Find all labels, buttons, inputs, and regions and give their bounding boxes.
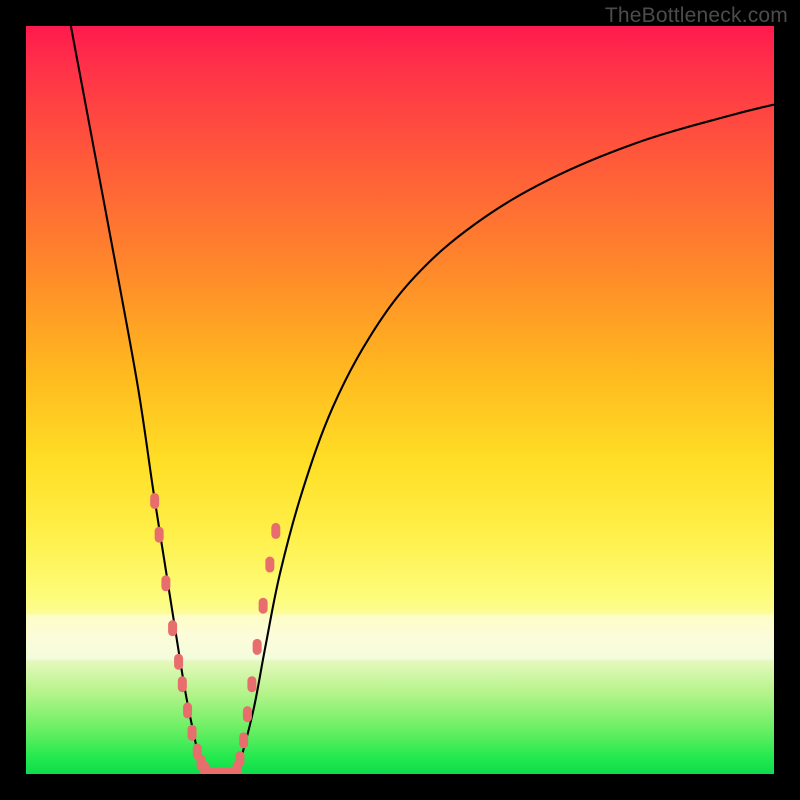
marker [174, 654, 183, 670]
marker [183, 702, 192, 718]
markers-bottom [201, 768, 240, 775]
marker [225, 768, 239, 775]
plot-area [26, 26, 774, 774]
markers-right [232, 523, 280, 774]
chart-frame: TheBottleneck.com [0, 0, 800, 800]
marker [265, 557, 274, 573]
marker [271, 523, 280, 539]
marker [235, 751, 244, 767]
marker [168, 620, 177, 636]
marker [178, 676, 187, 692]
markers-left [150, 493, 209, 774]
marker [259, 598, 268, 614]
marker [155, 527, 164, 543]
marker [188, 725, 197, 741]
curve-left [71, 26, 206, 774]
curve-layer [26, 26, 774, 774]
marker [243, 706, 252, 722]
marker [247, 676, 256, 692]
watermark-text: TheBottleneck.com [605, 4, 788, 28]
marker [253, 639, 262, 655]
marker [239, 732, 248, 748]
curve-right [235, 105, 774, 774]
marker [150, 493, 159, 509]
marker [161, 575, 170, 591]
